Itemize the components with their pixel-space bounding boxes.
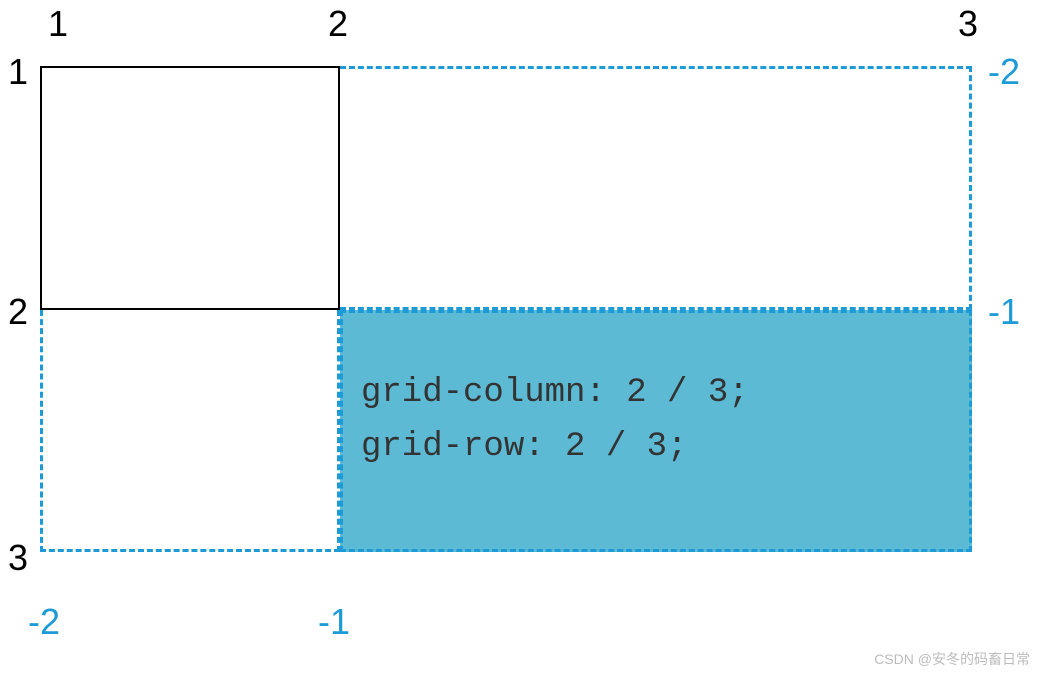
- implicit-cell-bottom-left: [40, 310, 340, 552]
- annotation-line-2: grid-row: 2 / 3;: [361, 421, 687, 474]
- row-label-3: 3: [8, 540, 28, 576]
- col-neg-label-2: -2: [28, 604, 60, 640]
- row-label-2: 2: [8, 294, 28, 330]
- col-neg-label-1: -1: [318, 604, 350, 640]
- explicit-cell: [40, 66, 340, 310]
- col-label-1: 1: [48, 6, 68, 42]
- row-neg-label-2: -2: [988, 54, 1020, 90]
- grid-area: grid-column: 2 / 3; grid-row: 2 / 3;: [40, 66, 972, 552]
- col-label-3: 3: [958, 6, 978, 42]
- annotation-line-1: grid-column: 2 / 3;: [361, 367, 749, 420]
- col-label-2: 2: [328, 6, 348, 42]
- watermark-text: CSDN @安冬的码畜日常: [874, 649, 1030, 669]
- row-label-1: 1: [8, 54, 28, 90]
- diagram-stage: 1 2 3 1 2 3 -2 -1 -2 -1 grid-column: 2 /…: [0, 0, 1042, 677]
- placed-cell: grid-column: 2 / 3; grid-row: 2 / 3;: [340, 310, 972, 552]
- row-neg-label-1: -1: [988, 294, 1020, 330]
- implicit-cell-top-right: [340, 66, 972, 310]
